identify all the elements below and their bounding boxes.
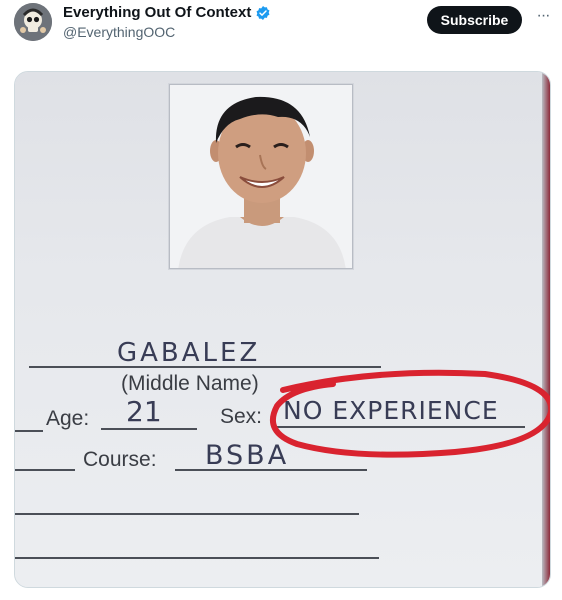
red-circle-annotation [270,369,550,458]
skull-avatar-icon [14,3,52,41]
subscribe-button[interactable]: Subscribe [427,6,522,34]
account-handle[interactable]: @EverythingOOC [63,24,175,40]
verified-badge-icon [256,5,270,20]
account-name[interactable]: Everything Out Of Context [63,4,271,21]
post-image[interactable]: GABALEZ (Middle Name) Age: 21 Sex: NO EX… [14,71,551,588]
avatar[interactable] [14,3,52,41]
account-name-text[interactable]: Everything Out Of Context [63,4,251,21]
more-horizontal-icon[interactable]: ··· [533,8,553,29]
